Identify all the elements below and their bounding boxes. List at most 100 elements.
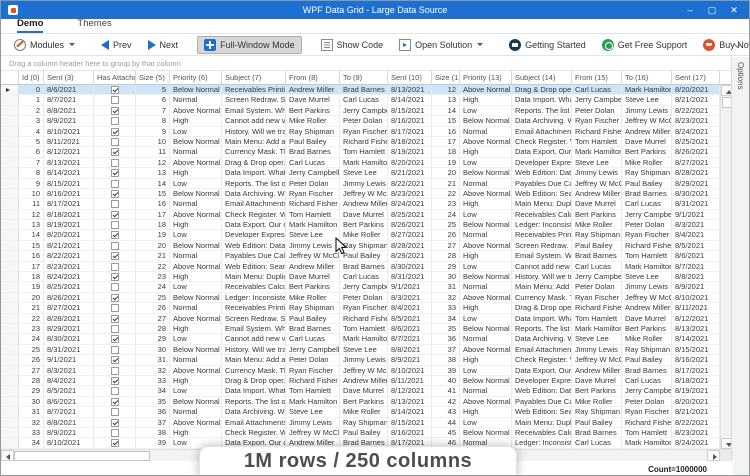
grid-cell[interactable]: 25 — [432, 220, 460, 230]
table-row[interactable]: 288/4/202133HighDrag & Drop oper...Richa… — [1, 376, 720, 386]
row-indicator[interactable] — [1, 428, 19, 438]
column-header[interactable]: Subject (14) — [512, 71, 572, 84]
grid-cell[interactable]: 34 — [432, 314, 460, 324]
grid-cell[interactable]: 8/8/2021 — [672, 272, 720, 282]
checkbox-unchecked-icon[interactable] — [111, 429, 119, 437]
row-indicator[interactable] — [1, 168, 19, 178]
grid-cell[interactable]: History. Will we tra... — [222, 345, 286, 355]
grid-cell[interactable]: 8/9/2021 — [44, 428, 94, 438]
next-button[interactable]: Next — [141, 37, 186, 53]
grid-cell[interactable]: Above Normal — [170, 418, 222, 428]
grid-cell[interactable]: 8/6/2021 — [672, 251, 720, 261]
grid-cell[interactable]: Paul Bailey — [286, 314, 340, 324]
grid-cell[interactable]: 8/9/2021 — [388, 355, 432, 365]
grid-cell[interactable]: Data Archiving. We... — [512, 116, 572, 126]
grid-cell[interactable]: 8/3/2021 — [44, 366, 94, 376]
grid-cell[interactable]: 18 — [136, 220, 170, 230]
show-code-button[interactable]: Show Code — [314, 36, 391, 54]
grid-cell[interactable] — [94, 386, 136, 396]
grid-cell[interactable]: Ryan Fischer — [286, 189, 340, 199]
row-indicator[interactable] — [1, 116, 19, 126]
grid-cell[interactable]: Brad Barnes — [340, 262, 388, 272]
grid-cell[interactable]: Andrew Miller — [622, 303, 672, 313]
grid-cell[interactable]: Ray Shipman — [622, 345, 672, 355]
grid-cell[interactable]: 30 — [432, 272, 460, 282]
grid-cell[interactable]: Dave Murrel — [572, 376, 622, 386]
grid-cell[interactable]: 20 — [19, 293, 44, 303]
checkbox-unchecked-icon[interactable] — [111, 387, 119, 395]
grid-cell[interactable]: High — [170, 168, 222, 178]
grid-cell[interactable]: Jeffrey W McClain — [286, 251, 340, 261]
grid-cell[interactable]: 8/26/2021 — [388, 220, 432, 230]
grid-cell[interactable]: 22 — [432, 189, 460, 199]
grid-cell[interactable]: High — [460, 147, 512, 157]
table-row[interactable]: 198/25/202124LowReceivables Calcula...Be… — [1, 282, 720, 292]
grid-cell[interactable]: 8/3/2021 — [672, 220, 720, 230]
row-indicator[interactable] — [1, 293, 19, 303]
grid-cell[interactable]: 8/30/2021 — [672, 189, 720, 199]
grid-cell[interactable]: Paul Bailey — [340, 428, 388, 438]
grid-cell[interactable]: Below Normal — [170, 293, 222, 303]
grid-cell[interactable]: Below Normal — [460, 272, 512, 282]
grid-cell[interactable]: 16 — [136, 199, 170, 209]
grid-cell[interactable]: 8/21/2021 — [44, 241, 94, 251]
table-row[interactable]: 208/26/202125Below NormalLedger: Inconsi… — [1, 293, 720, 303]
grid-cell[interactable]: Normal — [170, 407, 222, 417]
grid-cell[interactable]: Mark Hamilton — [622, 85, 672, 95]
grid-cell[interactable]: 33 — [19, 428, 44, 438]
row-indicator[interactable] — [1, 262, 19, 272]
grid-cell[interactable]: Data Archiving. We... — [222, 189, 286, 199]
grid-cell[interactable]: Receivables Printin... — [512, 230, 572, 240]
grid-cell[interactable]: Steve Lee — [622, 95, 672, 105]
grid-cell[interactable]: 20 — [136, 241, 170, 251]
grid-cell[interactable]: Reports. The list of... — [222, 179, 286, 189]
checkbox-checked-icon[interactable] — [111, 148, 119, 156]
grid-cell[interactable]: 21 — [19, 303, 44, 313]
grid-cell[interactable]: Mark Hamilton — [286, 220, 340, 230]
grid-cell[interactable]: 8/19/2021 — [672, 386, 720, 396]
row-indicator[interactable] — [1, 137, 19, 147]
table-row[interactable]: 238/29/202128HighEmail System. Wha...Bra… — [1, 324, 720, 334]
row-indicator[interactable] — [1, 220, 19, 230]
grid-cell[interactable] — [94, 272, 136, 282]
grid-cell[interactable]: Steve Lee — [572, 158, 622, 168]
grid-cell[interactable]: 9/1/2021 — [672, 210, 720, 220]
grid-cell[interactable]: 8/7/2021 — [44, 95, 94, 105]
get-free-support-button[interactable]: Get Free Support — [595, 36, 695, 54]
grid-cell[interactable]: Above Normal — [460, 293, 512, 303]
table-row[interactable]: 148/20/202119LowDeveloper Express...Stev… — [1, 230, 720, 240]
grid-cell[interactable]: Above Normal — [460, 85, 512, 95]
grid-cell[interactable]: Peter Dolan — [340, 293, 388, 303]
checkbox-checked-icon[interactable] — [111, 211, 119, 219]
grid-cell[interactable]: Receivables Printin... — [222, 85, 286, 95]
grid-cell[interactable]: Main Menu: Duplic... — [512, 418, 572, 428]
grid-cell[interactable]: Paul Bailey — [572, 418, 622, 428]
grid-cell[interactable]: 8/4/2021 — [388, 303, 432, 313]
grid-cell[interactable]: 24 — [19, 334, 44, 344]
grid-cell[interactable]: Normal — [170, 147, 222, 157]
grid-cell[interactable]: 9/1/2021 — [388, 282, 432, 292]
row-indicator[interactable] — [1, 85, 19, 95]
grid-cell[interactable]: Brad Barnes — [572, 251, 622, 261]
grid-cell[interactable]: 11 — [19, 199, 44, 209]
column-header[interactable]: From (15) — [572, 71, 622, 84]
grid-cell[interactable]: 32 — [19, 418, 44, 428]
grid-cell[interactable]: 1 — [19, 95, 44, 105]
row-indicator[interactable] — [1, 418, 19, 428]
getting-started-button[interactable]: Getting Started — [502, 36, 593, 54]
grid-cell[interactable] — [94, 334, 136, 344]
checkbox-unchecked-icon[interactable] — [111, 263, 119, 271]
grid-cell[interactable]: Ray Shipman — [340, 418, 388, 428]
grid-cell[interactable] — [94, 428, 136, 438]
grid-cell[interactable]: 20 — [432, 168, 460, 178]
grid-cell[interactable]: Bert Parkins — [572, 210, 622, 220]
grid-cell[interactable]: Ryan Fischer — [572, 293, 622, 303]
table-row[interactable]: 88/14/202113HighData Import. What...Jerr… — [1, 168, 720, 178]
grid-cell[interactable]: 12 — [136, 158, 170, 168]
checkbox-unchecked-icon[interactable] — [111, 96, 119, 104]
grid-cell[interactable]: 29 — [432, 262, 460, 272]
grid-cell[interactable]: Ledger: Inconsisten... — [512, 438, 572, 448]
table-row[interactable]: 248/30/202129LowCannot add new ve...Carl… — [1, 334, 720, 344]
row-indicator[interactable] — [1, 158, 19, 168]
grid-cell[interactable]: Drag & Drop oper... — [512, 85, 572, 95]
